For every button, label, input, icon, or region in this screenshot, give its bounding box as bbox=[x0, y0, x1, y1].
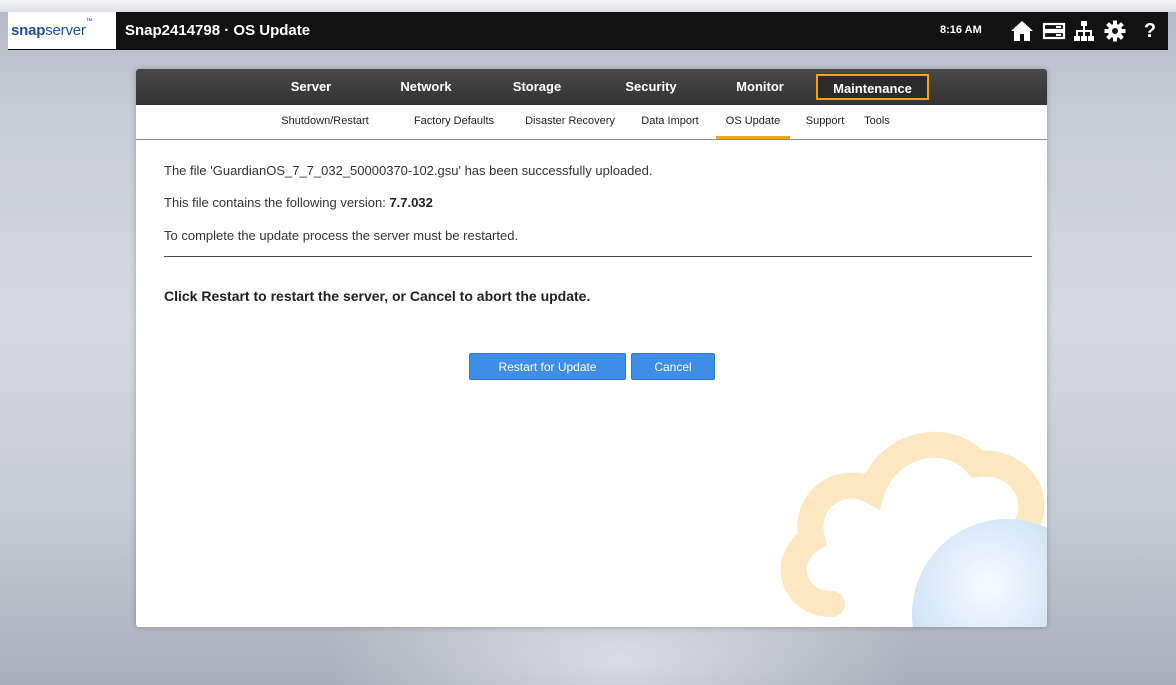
version-line: This file contains the following version… bbox=[164, 195, 433, 210]
upload-success-message: The file 'GuardianOS_7_7_032_50000370-10… bbox=[164, 163, 653, 178]
restart-notice: To complete the update process the serve… bbox=[164, 228, 519, 243]
divider bbox=[164, 256, 1032, 257]
subtab-factory-defaults[interactable]: Factory Defaults bbox=[404, 105, 504, 139]
subtab-support[interactable]: Support bbox=[800, 105, 850, 139]
os-update-panel: Server Network Storage Security Monitor … bbox=[136, 69, 1047, 627]
logo-snap: snap bbox=[11, 22, 46, 39]
logo-trademark: ™ bbox=[85, 18, 93, 25]
main-nav: Server Network Storage Security Monitor … bbox=[136, 69, 1047, 105]
subtab-disaster-recovery[interactable]: Disaster Recovery bbox=[515, 105, 625, 139]
cancel-button[interactable]: Cancel bbox=[631, 353, 715, 380]
logo-server: server bbox=[45, 22, 86, 39]
network-icon[interactable] bbox=[1072, 19, 1096, 43]
tab-server[interactable]: Server bbox=[276, 69, 346, 105]
window-frame bbox=[0, 0, 1176, 12]
version-label: This file contains the following version… bbox=[164, 195, 390, 210]
help-icon[interactable]: ? bbox=[1138, 19, 1162, 43]
tab-storage[interactable]: Storage bbox=[502, 69, 572, 105]
top-bar: snapserver™ Snap2414798 · OS Update 8:16… bbox=[8, 12, 1168, 50]
page-title: Snap2414798 · OS Update bbox=[125, 22, 311, 39]
tab-maintenance[interactable]: Maintenance bbox=[816, 74, 929, 100]
gear-icon[interactable] bbox=[1103, 19, 1127, 43]
tab-network[interactable]: Network bbox=[388, 69, 464, 105]
tab-security[interactable]: Security bbox=[616, 69, 686, 105]
subtab-tools[interactable]: Tools bbox=[858, 105, 896, 139]
sub-nav: Shutdown/Restart Factory Defaults Disast… bbox=[136, 105, 1047, 140]
restart-instruction: Click Restart to restart the server, or … bbox=[164, 288, 591, 304]
restart-for-update-button[interactable]: Restart for Update bbox=[469, 353, 626, 380]
clock: 8:16 AM bbox=[940, 24, 982, 36]
subtab-data-import[interactable]: Data Import bbox=[634, 105, 706, 139]
server-icon[interactable] bbox=[1042, 19, 1066, 43]
version-value: 7.7.032 bbox=[389, 195, 433, 210]
subtab-os-update[interactable]: OS Update bbox=[716, 105, 790, 139]
cloud-decoration bbox=[780, 431, 1047, 627]
subtab-shutdown-restart[interactable]: Shutdown/Restart bbox=[258, 105, 392, 139]
tab-monitor[interactable]: Monitor bbox=[728, 69, 792, 105]
home-icon[interactable] bbox=[1010, 19, 1034, 43]
snapserver-logo[interactable]: snapserver™ bbox=[8, 12, 116, 49]
